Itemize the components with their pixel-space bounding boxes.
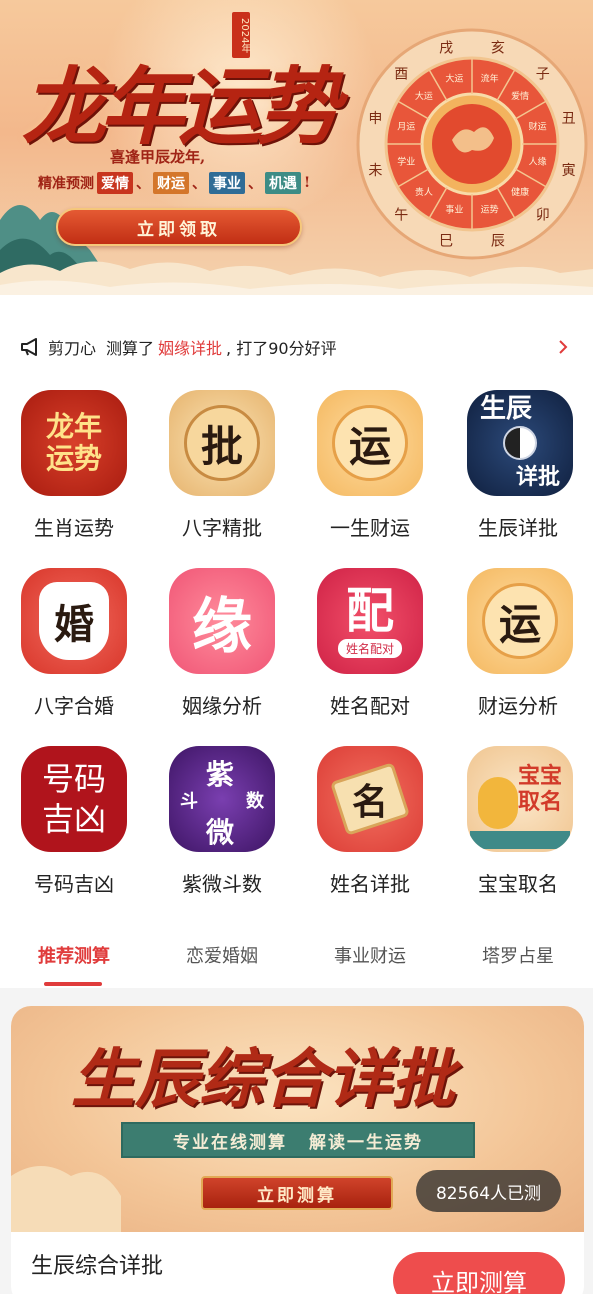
grid-label: 姓名配对 — [330, 694, 410, 718]
ticker-user: 剪刀心 — [48, 339, 97, 358]
tag-opportunity: 机遇 — [265, 172, 301, 194]
wheel-zodiac-label: 卯 — [536, 208, 550, 224]
wheel-zodiac-label: 申 — [368, 111, 382, 127]
cloud-ornament — [11, 1166, 121, 1232]
wheel-zodiac-label: 子 — [536, 66, 550, 82]
ziwei-doushu-icon: 紫 斗 数 微 — [169, 746, 275, 852]
longnian-yunshi-icon: 龙年 运势 — [21, 390, 127, 496]
feature-slogan: 专业在线测算 解读一生运势 — [121, 1122, 475, 1158]
feature-name: 生辰综合详批 — [31, 1254, 164, 1279]
grid-label: 八字合婚 — [34, 694, 114, 718]
ticker-action: 测算了 — [106, 339, 155, 358]
hun-dress-icon: 婚 — [21, 568, 127, 674]
wheel-aspect-label: 财运 — [529, 120, 547, 132]
grid-label: 号码吉凶 — [34, 872, 114, 896]
chevron-right-icon[interactable] — [555, 338, 571, 356]
feature-banner[interactable]: 生辰综合详批 专业在线测算 解读一生运势 立即测算 82564人已测 — [11, 1006, 584, 1232]
grid-label: 姓名详批 — [330, 872, 410, 896]
hero-tags-suffix: ! — [304, 175, 311, 191]
hero-tags: 精准预测 爱情、 财运、 事业、 机遇 ! — [38, 172, 310, 194]
hero-subtitle: 喜逢甲辰龙年, — [110, 148, 206, 166]
banner-test-button[interactable]: 立即测算 — [201, 1176, 393, 1210]
grid-label: 生辰详批 — [478, 516, 558, 540]
wheel-aspect-label: 流年 — [481, 72, 499, 84]
hero-title: 龙年运势 — [22, 57, 340, 156]
slogan-left: 专业在线测算 — [173, 1132, 287, 1153]
tag-career: 事业 — [209, 172, 245, 194]
pi-icon: 批 — [169, 390, 275, 496]
tab-recommended[interactable]: 推荐测算 — [0, 932, 148, 988]
shengchen-xiangpi-icon: 生辰 详批 — [467, 390, 573, 496]
ticker-item[interactable]: 姻缘详批 — [158, 335, 222, 359]
grid-label: 生肖运势 — [34, 516, 114, 540]
wheel-aspect-label: 月运 — [397, 121, 415, 132]
grid-label: 姻缘分析 — [182, 694, 262, 718]
grid-label: 宝宝取名 — [478, 872, 558, 896]
ticker-result: , 打了90分好评 — [226, 339, 337, 358]
baobao-quming-icon: 宝宝 取名 — [467, 746, 573, 852]
ming-scroll-icon: 名 — [317, 746, 423, 852]
fortune-wheel: 亥子丑寅卯辰巳午未申酉戌 流年爱情财运人缘健康运势事业贵人学业月运大运大运 — [356, 28, 588, 260]
category-tabs: 推荐测算 恋爱婚姻 事业财运 塔罗占星 — [0, 932, 593, 988]
grid-label: 八字精批 — [182, 516, 262, 540]
tab-love-marriage[interactable]: 恋爱婚姻 — [148, 932, 296, 988]
wheel-aspect-label: 人缘 — [529, 156, 547, 168]
wheel-zodiac-label: 酉 — [394, 66, 408, 82]
wheel-aspect-label: 大运 — [445, 72, 463, 84]
wheel-aspect-label: 学业 — [397, 156, 415, 168]
pei-caption: 姓名配对 — [337, 638, 402, 658]
wheel-zodiac-label: 亥 — [491, 40, 505, 56]
tab-career-wealth[interactable]: 事业财运 — [296, 932, 444, 988]
wheel-aspect-label: 大运 — [415, 90, 433, 102]
yun-coin-icon-2: 运 — [467, 568, 573, 674]
wheel-aspect-label: 爱情 — [511, 90, 529, 102]
feature-card[interactable]: 生辰综合详批 专业在线测算 解读一生运势 立即测算 82564人已测 生辰综合详… — [11, 1006, 584, 1294]
test-now-button[interactable]: 立即测算 — [393, 1252, 565, 1294]
wheel-zodiac-label: 戌 — [439, 40, 453, 56]
megaphone-icon — [21, 338, 37, 356]
wheel-aspect-label: 健康 — [511, 186, 529, 198]
wheel-aspect-label: 事业 — [445, 204, 463, 216]
hero-banner[interactable]: 2024年 龙年运势 喜逢甲辰龙年, 精准预测 爱情、 财运、 事业、 机遇 !… — [0, 0, 593, 295]
wheel-aspect-label: 运势 — [481, 204, 499, 216]
tag-love: 爱情 — [97, 172, 133, 194]
wheel-zodiac-label: 未 — [368, 163, 382, 179]
wheel-aspect-label: 贵人 — [415, 186, 433, 198]
yuan-icon: 缘 — [169, 568, 275, 674]
clouds-decoration — [0, 261, 593, 295]
grid-label: 紫微斗数 — [182, 872, 262, 896]
slogan-right: 解读一生运势 — [309, 1132, 423, 1153]
yun-coin-icon: 运 — [317, 390, 423, 496]
tested-count-badge: 82564人已测 — [416, 1170, 561, 1212]
grid-label: 一生财运 — [330, 516, 410, 540]
wheel-zodiac-label: 午 — [394, 208, 408, 224]
grid-label: 财运分析 — [478, 694, 558, 718]
haoma-jixiong-icon: 号码 吉凶 — [21, 746, 127, 852]
tab-tarot-astrology[interactable]: 塔罗占星 — [444, 932, 592, 988]
wheel-zodiac-label: 丑 — [562, 111, 576, 127]
wheel-zodiac-label: 寅 — [562, 162, 576, 179]
hero-tags-prefix: 精准预测 — [38, 176, 94, 192]
feature-banner-title: 生辰综合详批 — [71, 1042, 455, 1117]
activity-ticker[interactable]: 剪刀心 测算了 姻缘详批 , 打了90分好评 — [0, 322, 593, 372]
pei-icon: 配 姓名配对 — [317, 568, 423, 674]
tag-wealth: 财运 — [153, 172, 189, 194]
